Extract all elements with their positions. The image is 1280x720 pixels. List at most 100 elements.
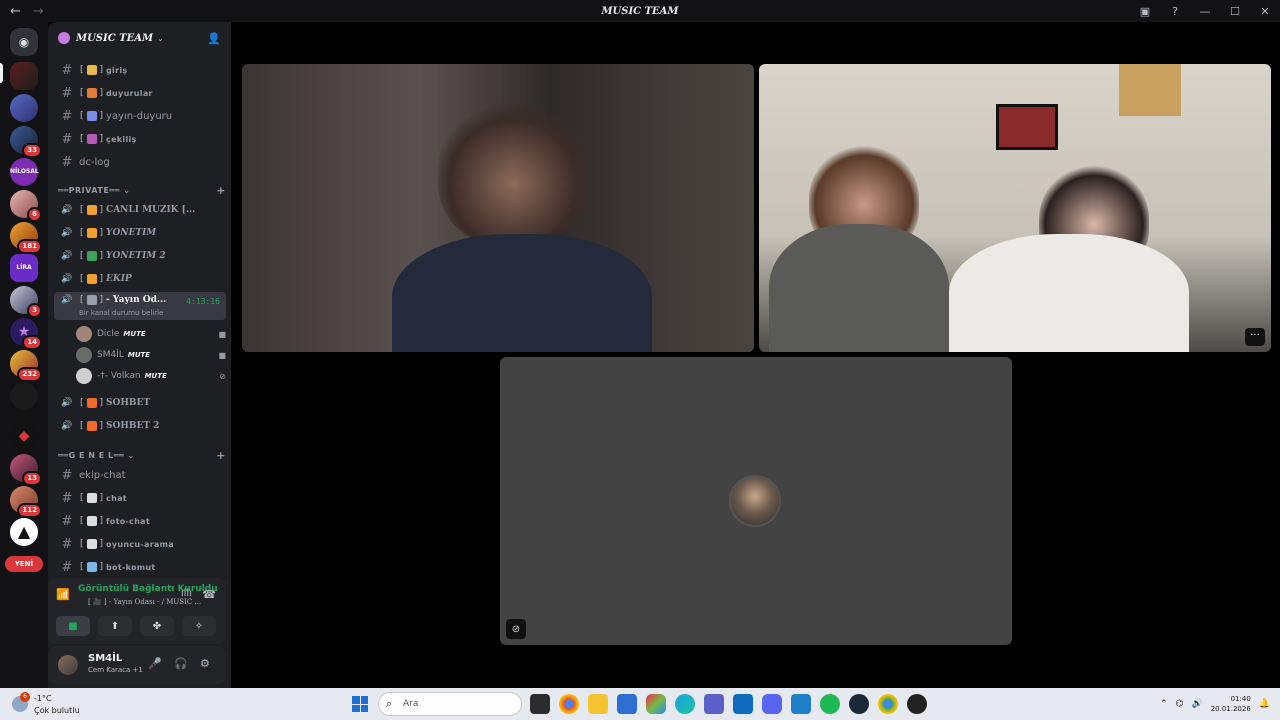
add-channel-icon[interactable]: + — [216, 184, 226, 197]
voice-location[interactable]: [ 🎥 ] - Yayın Odası - / MUSIC ... — [88, 598, 201, 606]
clock[interactable]: 01:40 20.01.2026 — [1211, 694, 1251, 714]
genel-channel-4[interactable]: # [] bot-komut — [54, 556, 226, 578]
app-icon[interactable] — [907, 694, 927, 714]
minimize-icon[interactable]: — — [1190, 5, 1220, 18]
time: 01:40 — [1230, 695, 1251, 703]
close-icon[interactable]: ✕ — [1250, 5, 1280, 18]
server-icon[interactable]: ◆ — [10, 422, 38, 450]
category-genel[interactable]: ══ G E N E L ══ ⌄ + — [58, 447, 226, 463]
voice-channel-1[interactable]: 🔊 [] YÖNETİM — [54, 222, 226, 244]
help-icon[interactable]: ? — [1160, 5, 1190, 18]
server-icon[interactable]: ▲ — [10, 518, 38, 546]
chrome-icon[interactable] — [559, 694, 579, 714]
voice-channel-sohbet-1[interactable]: 🔊 [] SOHBET 2 — [54, 415, 226, 437]
outlook-icon[interactable] — [733, 694, 753, 714]
voice-connection-panel: 📶 Görüntülü Bağlantı Kuruldu [ 🎥 ] - Yay… — [48, 578, 226, 644]
headphones-icon[interactable]: 🎧 — [174, 657, 188, 670]
genel-channel-3[interactable]: # [] oyuncu-arama — [54, 533, 226, 555]
notification-bell-icon[interactable]: 🔔 — [1259, 699, 1270, 709]
channel-1[interactable]: # [] duyurular — [54, 82, 226, 104]
invite-people-icon[interactable]: 👤 — [207, 32, 221, 45]
remote-desktop-icon[interactable] — [791, 694, 811, 714]
chevron-up-icon[interactable]: ⌃ — [1160, 699, 1168, 709]
voice-user[interactable]: SM4İL MUTE ■ — [76, 345, 226, 365]
store-icon[interactable] — [617, 694, 637, 714]
network-icon[interactable]: ⌬ — [1176, 699, 1184, 709]
video-tile-camera-off[interactable]: ⊘ — [500, 357, 1012, 645]
server-icon-nilosal[interactable]: NİLOSAL — [10, 158, 39, 186]
back-arrow-icon[interactable]: ← — [10, 4, 21, 19]
temperature: -1°C — [34, 694, 52, 703]
guild-header[interactable]: MUSIC TEAM ⌄ 👤 — [48, 22, 231, 54]
discord-icon[interactable] — [762, 694, 782, 714]
server-icon[interactable]: ★ 14 — [10, 318, 42, 350]
server-icon[interactable] — [10, 382, 38, 410]
channel-2[interactable]: # [] yayın-duyuru — [54, 105, 226, 127]
voice-channel-active[interactable]: 🔊 [] - Yayın Od... Bir kanal durumu belirle… — [54, 292, 226, 320]
screen-share-button[interactable]: ⬆ — [98, 616, 132, 636]
steam-icon[interactable] — [849, 694, 869, 714]
volume-icon[interactable]: 🔊 — [1191, 699, 1202, 709]
server-icon[interactable]: 3 — [10, 286, 42, 318]
server-icon[interactable] — [10, 62, 38, 90]
avatar — [76, 326, 92, 342]
voice-channel-3[interactable]: 🔊 [] EKİP — [54, 268, 226, 290]
camera-button[interactable]: ■ — [56, 616, 90, 636]
add-channel-icon[interactable]: + — [216, 449, 226, 462]
voice-status[interactable]: Görüntülü Bağlantı Kuruldu — [78, 584, 218, 594]
windows-start-icon[interactable] — [352, 696, 368, 712]
avatar[interactable] — [58, 655, 78, 675]
genel-channel-1[interactable]: # [] chat — [54, 487, 226, 509]
category-private[interactable]: ══ PRIVATE ══ ⌄ + — [58, 182, 226, 198]
server-icon[interactable]: 6 — [10, 190, 42, 222]
server-icon[interactable]: 112 — [10, 486, 42, 518]
hashtag-icon: # — [61, 108, 73, 124]
channel-4[interactable]: # dc-log — [54, 151, 226, 173]
discord-home-icon[interactable]: ◉ — [10, 28, 38, 56]
camera-off-icon[interactable]: ⊘ — [506, 619, 526, 639]
voice-user[interactable]: -†- Volkan MUTE ⊘ — [76, 366, 226, 386]
bracket: [ — [80, 398, 84, 408]
soundboard-button[interactable]: ✧ — [182, 616, 216, 636]
task-view-icon[interactable] — [530, 694, 550, 714]
genel-channel-2[interactable]: # [] foto-chat — [54, 510, 226, 532]
weather-description: Çok bulutlu — [34, 706, 80, 715]
maximize-icon[interactable]: ☐ — [1220, 5, 1250, 18]
channel-emoji-icon — [86, 421, 97, 431]
channel-3[interactable]: # [] çekiliş — [54, 128, 226, 150]
chrome-profile-icon[interactable] — [878, 694, 898, 714]
genel-channel-0[interactable]: # ekip-chat — [54, 464, 226, 486]
channel-0[interactable]: # [] giriş — [54, 59, 226, 81]
video-tile[interactable] — [242, 64, 754, 352]
settings-gear-icon[interactable]: ⚙ — [200, 657, 210, 670]
channel-status[interactable]: Bir kanal durumu belirle — [79, 309, 163, 317]
server-icon[interactable]: 181 — [10, 222, 42, 254]
server-icon-lira[interactable]: LİRA — [10, 254, 38, 282]
microphone-icon[interactable]: 🎤 — [148, 657, 162, 670]
spotify-icon[interactable] — [820, 694, 840, 714]
teams-icon[interactable] — [704, 694, 724, 714]
voice-channel-sohbet-0[interactable]: 🔊 [] SOHBET — [54, 392, 226, 414]
new-badge[interactable]: YENİ — [5, 556, 43, 572]
noise-suppression-icon[interactable]: ıllı — [181, 588, 192, 599]
weather-widget[interactable]: 6 -1°C Çok bulutlu — [12, 692, 92, 716]
voice-channel-2[interactable]: 🔊 [] YÖNETİM 2 — [54, 245, 226, 267]
username[interactable]: SM4İL — [88, 653, 122, 664]
server-icon[interactable] — [10, 94, 38, 122]
voice-channel-0[interactable]: 🔊 [] CANLI MÜZİK [... — [54, 199, 226, 221]
voice-user[interactable]: Dicle MUTE ■ — [76, 324, 226, 344]
taskbar-search[interactable]: ⌕ Ara — [378, 692, 522, 716]
server-icon[interactable]: 13 — [10, 454, 42, 486]
server-icon[interactable]: 232 — [10, 350, 42, 382]
channel-label: çekiliş — [106, 134, 137, 144]
inbox-icon[interactable]: ▣ — [1130, 5, 1160, 18]
forward-arrow-icon[interactable]: → — [33, 4, 44, 19]
activities-button[interactable]: ✤ — [140, 616, 174, 636]
server-icon[interactable]: 33 — [10, 126, 42, 158]
copilot-icon[interactable] — [646, 694, 666, 714]
video-tile[interactable]: ··· — [759, 64, 1271, 352]
disconnect-icon[interactable]: ☎ — [202, 588, 216, 601]
file-explorer-icon[interactable] — [588, 694, 608, 714]
edge-icon[interactable] — [675, 694, 695, 714]
more-options-icon[interactable]: ··· — [1245, 328, 1265, 346]
